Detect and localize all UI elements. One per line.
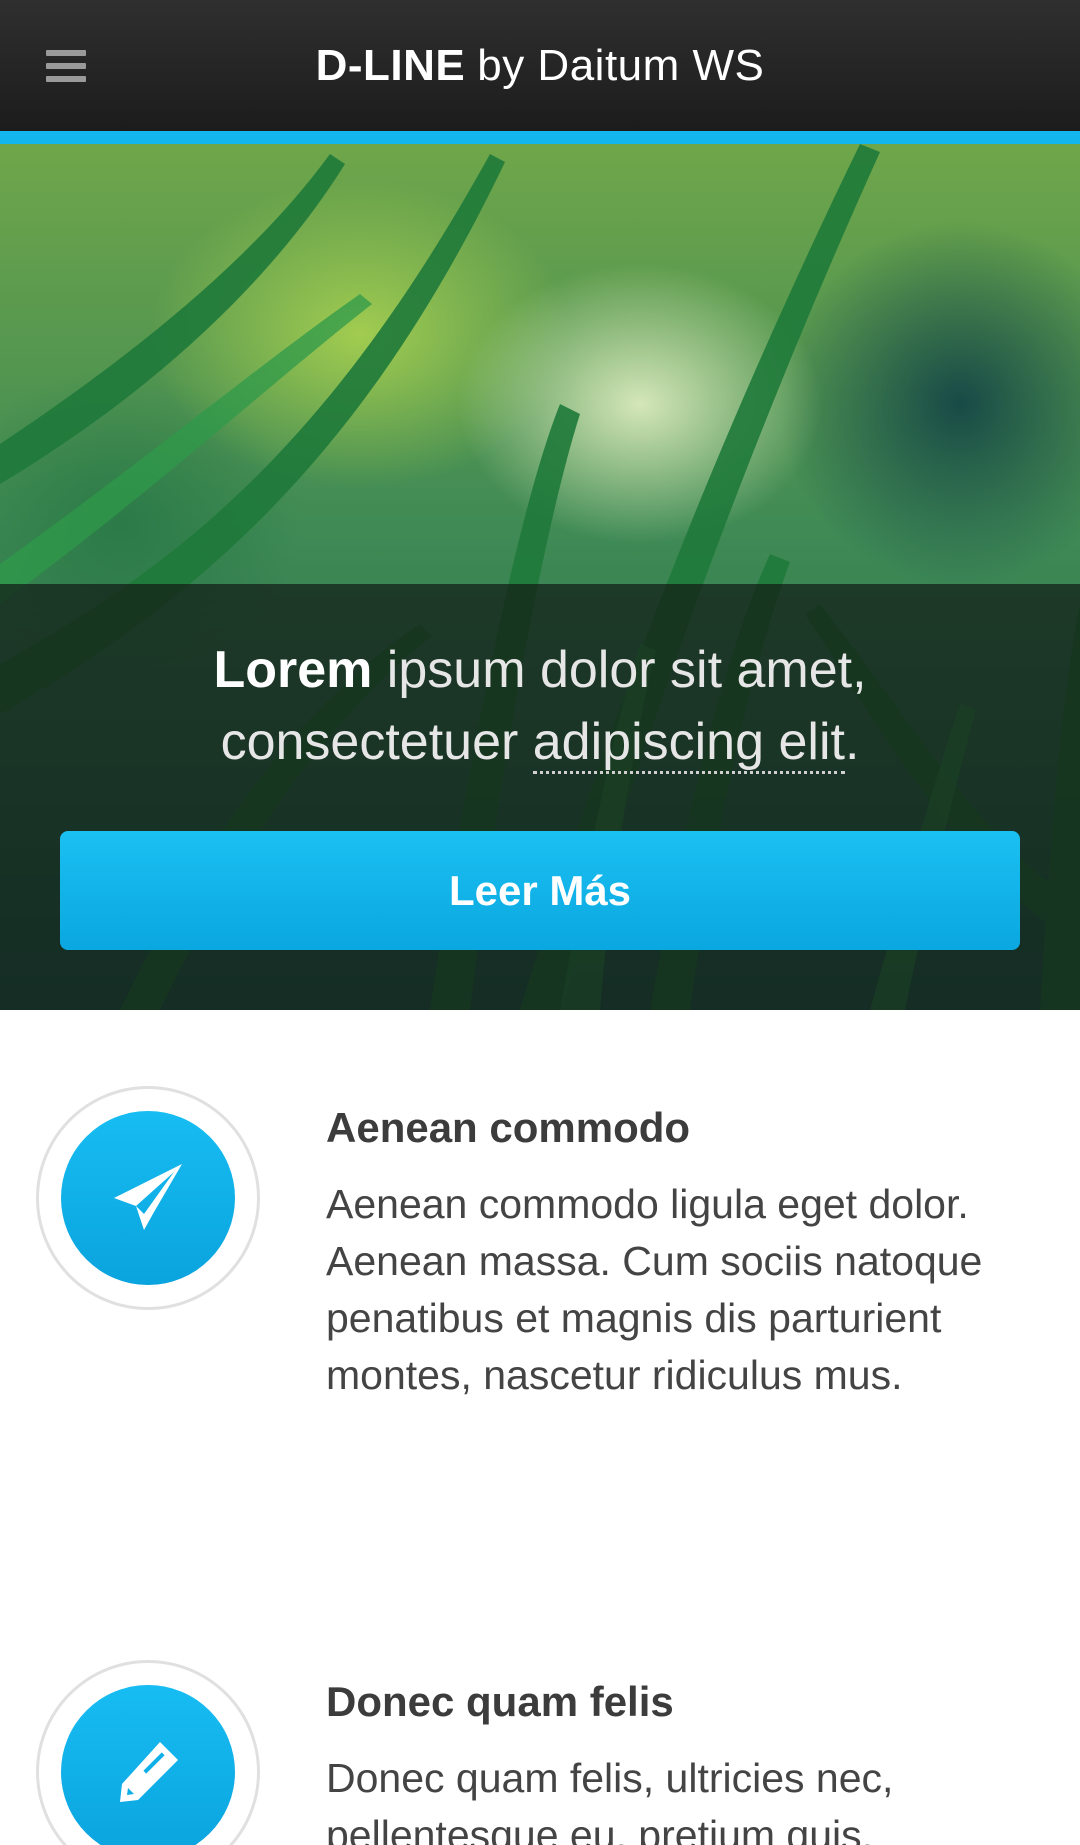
paper-plane-icon (114, 1164, 182, 1230)
read-more-button[interactable]: Leer Más (60, 831, 1020, 950)
feature-icon-ring (36, 1660, 260, 1845)
feature-icon-circle (61, 1111, 235, 1285)
feature-icon-ring (36, 1086, 260, 1310)
feature-title: Aenean commodo (326, 1104, 691, 1151)
brand-name: D-LINE (315, 40, 466, 90)
feature-description: Aenean commodo ligula eget dolor. Aenean… (326, 1181, 983, 1398)
feature-icon-circle (61, 1685, 235, 1845)
tagline-text-2: consectetuer (220, 713, 533, 771)
app-header: D-LINE by Daitum WS (0, 0, 1080, 131)
tagline-emphasis: Lorem (213, 641, 373, 699)
tagline-abbreviation[interactable]: adipiscing elit (532, 713, 845, 774)
pencil-icon (120, 1742, 178, 1802)
accent-bar (0, 131, 1080, 144)
tagline-text-1: ipsum dolor sit amet, (372, 641, 867, 699)
brand-tagline: by Daitum WS (477, 40, 765, 90)
site-title[interactable]: D-LINE by Daitum WS (0, 0, 1080, 131)
hero-tagline: Lorem ipsum dolor sit amet, consectetuer… (0, 634, 1080, 778)
tagline-text-end: . (844, 713, 860, 771)
hero-banner: Lorem ipsum dolor sit amet, consectetuer… (0, 144, 1080, 1010)
feature-description: Donec quam felis, ultricies nec, pellent… (326, 1755, 894, 1845)
feature-title: Donec quam felis (326, 1678, 674, 1725)
